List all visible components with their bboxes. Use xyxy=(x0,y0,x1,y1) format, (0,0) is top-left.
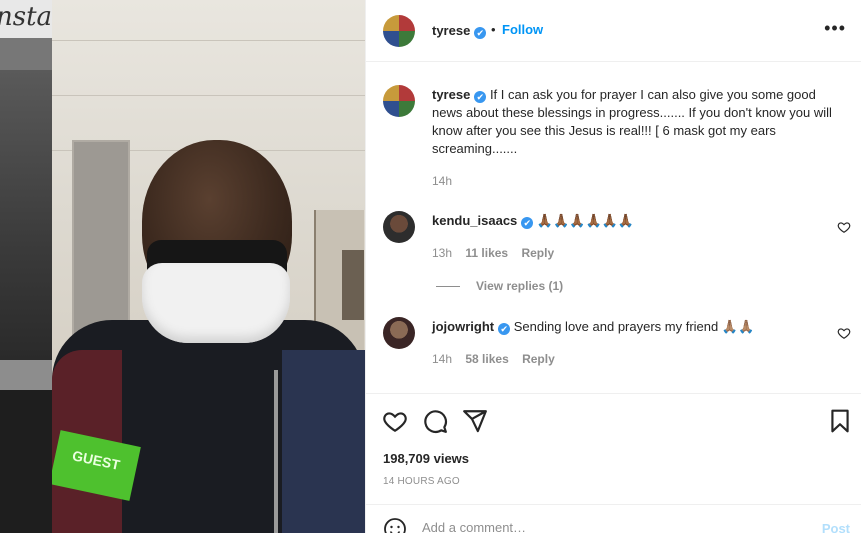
comment-username[interactable]: kendu_isaacs xyxy=(432,213,517,228)
comment-item: kendu_isaacs ✔ 🙏🏾🙏🏾🙏🏾🙏🏾🙏🏾🙏🏾 xyxy=(432,213,634,229)
reply-button[interactable]: Reply xyxy=(522,352,555,366)
comment-item: jojowright ✔ Sending love and prayers my … xyxy=(432,319,754,335)
comment-avatar[interactable] xyxy=(383,211,415,243)
background-dark-area xyxy=(0,390,52,533)
comment-likes[interactable]: 58 likes xyxy=(465,352,508,366)
caption-username[interactable]: tyrese xyxy=(432,87,470,102)
save-bookmark-icon[interactable] xyxy=(827,408,853,434)
more-options-icon[interactable]: ••• xyxy=(824,19,846,37)
jacket-zipper xyxy=(274,370,278,533)
post-date[interactable]: 14 HOURS AGO xyxy=(383,476,460,487)
post-caption: tyrese ✔ If I can ask you for prayer I ca… xyxy=(432,86,844,158)
ceiling-line xyxy=(52,95,365,96)
verified-badge-icon: ✔ xyxy=(474,91,487,103)
follow-button[interactable]: Follow xyxy=(502,22,543,37)
background-logo: nstag xyxy=(0,2,52,32)
comment-avatar[interactable] xyxy=(383,317,415,349)
white-mask xyxy=(142,263,290,343)
comment-likes[interactable]: 11 likes xyxy=(465,246,508,260)
view-count[interactable]: 198,709 views xyxy=(383,451,469,466)
author-username[interactable]: tyrese ✔ xyxy=(432,23,487,39)
share-send-icon[interactable] xyxy=(462,408,488,434)
comment-username[interactable]: jojowright xyxy=(432,319,494,334)
post-comment-button[interactable]: Post xyxy=(822,521,850,533)
like-comment-heart-icon[interactable] xyxy=(837,220,851,234)
separator-dot: • xyxy=(491,22,496,37)
view-replies-button[interactable]: View replies (1) xyxy=(436,279,563,293)
post-header: tyrese ✔ • Follow ••• xyxy=(366,0,861,62)
caption-timestamp[interactable]: 14h xyxy=(432,174,452,188)
comment-bubble-icon[interactable] xyxy=(422,408,448,434)
author-avatar[interactable] xyxy=(383,15,415,47)
like-heart-icon[interactable] xyxy=(382,408,408,434)
comment-meta: 13h 11 likes Reply xyxy=(432,246,554,260)
ceiling-line xyxy=(52,40,365,41)
verified-badge-icon: ✔ xyxy=(521,217,534,229)
comment-text: 🙏🏾🙏🏾🙏🏾🙏🏾🙏🏾🙏🏾 xyxy=(536,213,635,228)
verified-badge-icon: ✔ xyxy=(498,323,511,335)
emoji-icon[interactable] xyxy=(383,517,407,533)
verified-badge-icon: ✔ xyxy=(474,27,487,39)
comment-text: Sending love and prayers my friend 🙏🏽🙏🏽 xyxy=(513,319,755,334)
add-comment-bar: Post xyxy=(366,504,861,533)
caption-avatar[interactable] xyxy=(383,85,415,117)
comment-timestamp[interactable]: 13h xyxy=(432,246,452,260)
post-media[interactable]: GUEST xyxy=(52,0,365,533)
reply-button[interactable]: Reply xyxy=(521,246,554,260)
background-band xyxy=(0,360,52,390)
wall-picture xyxy=(342,250,364,320)
background-header: nstag xyxy=(0,0,52,38)
comment-timestamp[interactable]: 14h xyxy=(432,352,452,366)
post-panel: tyrese ✔ • Follow ••• tyrese ✔ If I can as… xyxy=(365,0,861,533)
background-photo xyxy=(0,70,52,360)
background-page: nstag xyxy=(0,0,52,533)
like-comment-heart-icon[interactable] xyxy=(837,326,851,340)
comment-meta: 14h 58 likes Reply xyxy=(432,352,555,366)
caption-text: If I can ask you for prayer I can also g… xyxy=(432,87,832,156)
jacket-right-panel xyxy=(282,350,365,533)
comment-input[interactable] xyxy=(422,520,802,533)
